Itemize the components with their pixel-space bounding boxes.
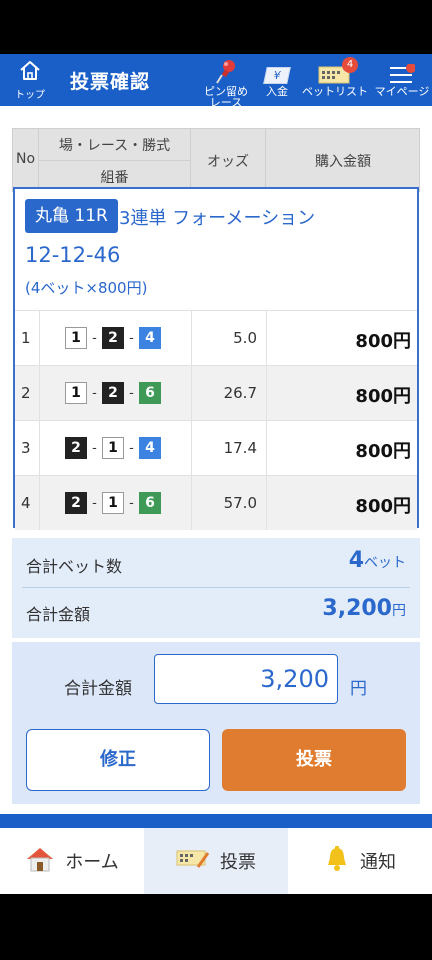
col-odds: オッズ xyxy=(207,154,249,170)
ticket-pen-icon xyxy=(176,847,210,876)
col-amount: 購入金額 xyxy=(315,154,371,170)
boat-3rd: 4 xyxy=(139,437,161,459)
mypage-button[interactable]: マイページ xyxy=(374,58,430,97)
bet-summary-panel: 合計ベット数 4ベット 合計金額 3,200円 xyxy=(12,538,420,638)
bet-type: 3連単 フォーメーション xyxy=(119,208,316,229)
top-button[interactable]: トップ xyxy=(10,59,50,101)
boat-2nd: 2 xyxy=(102,327,124,349)
amount: 800円 xyxy=(355,441,411,462)
table-row: 4 2- 1- 6 57.0 800円 xyxy=(15,475,417,530)
total-bet-count: 4ベット xyxy=(348,548,406,573)
boat-combination: 1- 2- 4 xyxy=(65,327,161,349)
home-icon xyxy=(18,61,42,85)
total-amount: 3,200円 xyxy=(322,596,406,621)
pinned-race-button[interactable]: ピン留め レース xyxy=(200,58,252,108)
boat-3rd: 6 xyxy=(139,382,161,404)
boat-2nd: 1 xyxy=(102,437,124,459)
house-icon xyxy=(25,846,55,877)
mypage-label: マイページ xyxy=(374,85,430,98)
vote-button[interactable]: 投票 xyxy=(222,729,406,791)
total-amount-field[interactable]: 3,200 xyxy=(154,654,338,704)
page-title: 投票確認 xyxy=(70,71,151,93)
boat-2nd: 2 xyxy=(102,382,124,404)
tab-vote[interactable]: 投票 xyxy=(144,828,288,894)
boat-3rd: 6 xyxy=(139,492,161,514)
tab-notify-label: 通知 xyxy=(360,852,396,873)
betlist-button[interactable]: 4 ベットリスト xyxy=(302,57,368,98)
odds: 17.4 xyxy=(223,439,257,457)
total-input-unit: 円 xyxy=(350,679,367,699)
boat-combination: 1- 2- 6 xyxy=(65,382,161,404)
race-badge: 丸亀 11R xyxy=(25,199,118,233)
footer-strip xyxy=(0,814,432,828)
boat-1st: 2 xyxy=(65,437,87,459)
boat-2nd: 1 xyxy=(102,492,124,514)
modify-button[interactable]: 修正 xyxy=(26,729,210,791)
betlist-badge: 4 xyxy=(342,57,358,73)
total-confirm-panel: 合計金額 3,200 円 修正 投票 xyxy=(12,642,420,804)
bet-summary: (4ベット×800円) xyxy=(25,279,148,297)
row-no: 2 xyxy=(21,384,31,402)
menu-icon xyxy=(374,58,430,84)
boat-1st: 1 xyxy=(65,327,87,349)
boat-1st: 1 xyxy=(65,382,87,404)
app-header: トップ 投票確認 ピン留め レース ¥ 入金 4 ベットリスト マイページ xyxy=(0,54,432,108)
col-no: No xyxy=(15,151,36,167)
bottom-tab-bar: ホーム 投票 通知 xyxy=(0,828,432,894)
odds: 26.7 xyxy=(223,384,257,402)
boat-1st: 2 xyxy=(65,492,87,514)
betlist-label: ベットリスト xyxy=(302,85,368,98)
odds: 57.0 xyxy=(223,494,257,512)
row-no: 1 xyxy=(21,329,31,347)
boat-combination: 2- 1- 4 xyxy=(65,437,161,459)
bell-icon xyxy=(324,845,350,878)
col-race: 場・レース・勝式 xyxy=(58,138,171,154)
tab-home[interactable]: ホーム xyxy=(0,828,144,894)
top-label: トップ xyxy=(15,90,45,101)
row-no: 3 xyxy=(21,439,31,457)
deposit-label: 入金 xyxy=(266,85,288,98)
tab-notify[interactable]: 通知 xyxy=(288,828,432,894)
table-row: 2 1- 2- 6 26.7 800円 xyxy=(15,365,417,420)
tab-vote-label: 投票 xyxy=(220,852,256,873)
boat-3rd: 4 xyxy=(139,327,161,349)
deposit-icon: ¥ xyxy=(260,58,294,84)
deposit-button[interactable]: ¥ 入金 xyxy=(260,58,294,97)
col-combo: 組番 xyxy=(100,170,129,186)
content-area: No 場・レース・勝式 組番 オッズ 購入金額 丸亀 11R 3連単 フォーメー… xyxy=(0,106,432,814)
amount: 800円 xyxy=(355,386,411,407)
table-row: 3 2- 1- 4 17.4 800円 xyxy=(15,420,417,475)
boat-combination: 2- 1- 6 xyxy=(65,492,161,514)
amount: 800円 xyxy=(355,331,411,352)
pin-icon xyxy=(200,58,252,84)
odds: 5.0 xyxy=(233,329,257,347)
row-no: 4 xyxy=(21,494,31,512)
total-amount-label: 合計金額 xyxy=(26,605,91,624)
total-input-label: 合計金額 xyxy=(64,679,132,699)
table-row: 1 1- 2- 4 5.0 800円 xyxy=(15,310,417,365)
combination: 12-12-46 xyxy=(25,243,121,267)
race-bet-group: 丸亀 11R 3連単 フォーメーション 12-12-46 (4ベット×800円)… xyxy=(13,187,419,530)
table-header: No 場・レース・勝式 組番 オッズ 購入金額 xyxy=(12,128,420,192)
total-bet-count-label: 合計ベット数 xyxy=(26,557,123,576)
tab-home-label: ホーム xyxy=(65,852,119,873)
amount: 800円 xyxy=(355,496,411,517)
